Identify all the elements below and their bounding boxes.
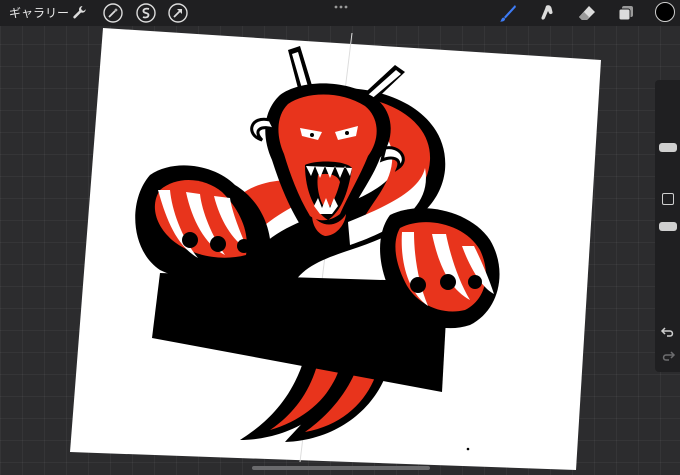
undo-icon[interactable] — [660, 324, 676, 340]
right-knuckle-2 — [440, 274, 456, 290]
gallery-button[interactable]: ギャラリー — [9, 5, 69, 21]
eraser-icon[interactable] — [577, 3, 597, 23]
home-indicator[interactable] — [252, 466, 430, 470]
right-knuckle-3 — [468, 275, 482, 289]
selection-icon[interactable] — [136, 3, 156, 23]
procreate-app: ギャラリー — [0, 0, 680, 475]
left-knuckle-3 — [237, 239, 251, 253]
brush-size-slider[interactable] — [659, 143, 677, 152]
canvas-svg[interactable] — [0, 0, 680, 475]
layers-icon[interactable] — [616, 3, 636, 23]
transform-icon[interactable] — [168, 3, 188, 23]
left-knuckle-1 — [182, 232, 198, 248]
smudge-icon[interactable] — [537, 3, 557, 23]
pupil-right — [345, 131, 349, 135]
color-picker-button[interactable] — [655, 2, 675, 22]
magic-wand-icon[interactable] — [103, 3, 123, 23]
stray-dot — [466, 447, 470, 451]
wrench-icon[interactable] — [69, 3, 89, 23]
drag-handle-icon[interactable] — [334, 4, 348, 10]
pupil-left — [310, 133, 314, 137]
canvas-area[interactable] — [0, 0, 680, 475]
right-knuckle-1 — [410, 277, 426, 293]
brush-icon[interactable] — [498, 3, 518, 23]
left-knuckle-2 — [210, 236, 226, 252]
right-sidebar — [655, 80, 680, 372]
opacity-slider[interactable] — [659, 222, 677, 231]
redo-icon[interactable] — [660, 348, 676, 364]
top-toolbar: ギャラリー — [0, 0, 680, 26]
modify-button[interactable] — [662, 193, 674, 205]
